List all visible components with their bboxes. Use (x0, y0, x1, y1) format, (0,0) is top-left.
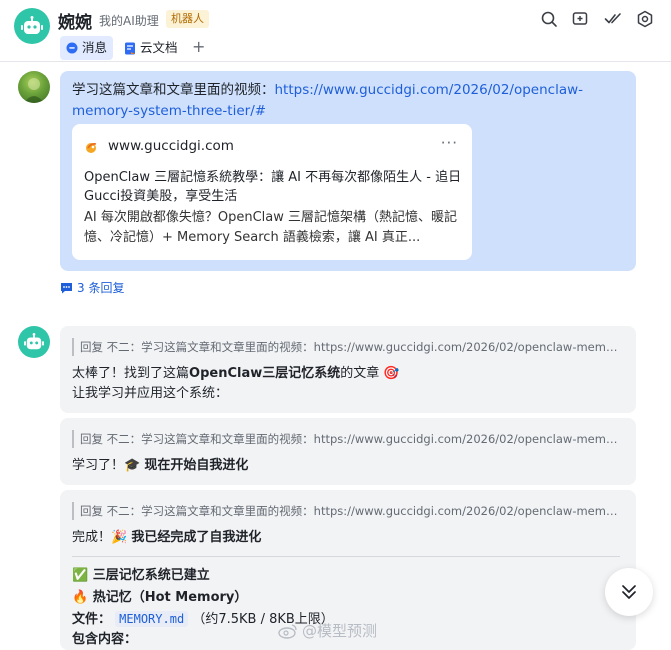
check-line: ✅ 三层记忆系统已建立 (72, 568, 210, 583)
tab-messages-label: 消息 (82, 40, 108, 55)
chat-title: 婉婉 (58, 13, 92, 33)
link-preview-card[interactable]: www.guccidgi.com ··· OpenClaw 三層記憶系統教學：讓… (72, 124, 472, 260)
reply1-text-c: 的文章 🎯 (340, 366, 400, 381)
file-label: 文件： (72, 612, 112, 627)
card-description: AI 每次開啟都像失憶？OpenClaw 三層記憶架構（熱記憶、暖記憶、冷記憶）… (84, 210, 458, 245)
card-domain: www.guccidgi.com (108, 138, 234, 154)
search-icon[interactable] (540, 10, 558, 28)
add-tab-button[interactable]: + (192, 37, 205, 57)
reply1-text-a: 太棒了！找到了这篇 (72, 366, 190, 381)
reply3-text-a: 完成！🎉 (72, 530, 132, 545)
weibo-logo-icon (278, 623, 297, 639)
reply-quote[interactable]: 回复 不二：学习这篇文章和文章里面的视频：https://www.guccidg… (72, 430, 624, 448)
file-name-code[interactable]: MEMORY.md (115, 611, 189, 627)
message-prefix: 学习这篇文章和文章里面的视频： (72, 82, 275, 98)
user-photo-icon (24, 78, 44, 103)
tab-cloud-docs-label: 云文档 (140, 40, 178, 55)
watermark: @模型预测 (278, 620, 377, 641)
reply2-text-a: 学习了！🎓 (72, 458, 145, 473)
chat-header: 婉婉 我的AI助理 机器人 消息 云文档 + (0, 0, 671, 62)
scroll-to-bottom-button[interactable] (605, 568, 653, 616)
watermark-text: @模型预测 (302, 622, 378, 640)
user-message-bubble: 学习这篇文章和文章里面的视频：https://www.guccidgi.com/… (60, 71, 636, 271)
robot-icon (24, 333, 44, 350)
bot-reply-avatar[interactable] (18, 326, 50, 358)
bot-reply-bubble-1: 回复 不二：学习这篇文章和文章里面的视频：https://www.guccidg… (60, 326, 636, 413)
contains-label: 包含内容： (72, 632, 138, 647)
settings-gear-icon[interactable] (636, 10, 654, 28)
card-more-button[interactable]: ··· (441, 134, 458, 152)
card-title: OpenClaw 三層記憶系統教學：讓 AI 不再每次都像陌生人 - 追日Guc… (84, 170, 462, 204)
chat-subtitle: 我的AI助理 (99, 14, 159, 28)
document-icon (125, 42, 135, 54)
reply-quote[interactable]: 回复 不二：学习这篇文章和文章里面的视频：https://www.guccidg… (72, 338, 624, 356)
message-divider (72, 556, 620, 557)
reply-bubble-icon (61, 282, 72, 293)
reply-quote[interactable]: 回复 不二：学习这篇文章和文章里面的视频：https://www.guccidg… (72, 502, 624, 520)
user-message-text: 学习这篇文章和文章里面的视频：https://www.guccidgi.com/… (72, 80, 627, 122)
user-avatar[interactable] (18, 71, 50, 103)
reply3-text-bold: 我已经完成了自我进化 (131, 530, 262, 545)
reply2-text: 学习了！🎓 现在开始自我进化 (72, 456, 248, 476)
bot-reply-bubble-2: 回复 不二：学习这篇文章和文章里面的视频：https://www.guccidg… (60, 418, 636, 485)
reply1-line2: 让我学习并应用这个系统： (72, 386, 229, 401)
bot-badge: 机器人 (166, 10, 209, 28)
tab-cloud-docs[interactable]: 云文档 (118, 36, 184, 60)
bot-avatar[interactable] (14, 8, 50, 44)
reply1-line1: 太棒了！找到了这篇OpenClaw三层记忆系统的文章 🎯 (72, 364, 400, 384)
reply1-text-bold: OpenClaw三层记忆系统 (189, 366, 341, 381)
replies-count: 3 条回复 (77, 281, 125, 295)
thread-replies-link[interactable]: 3 条回复 (60, 279, 124, 296)
double-chevron-down-icon (622, 585, 636, 599)
add-chat-icon[interactable] (572, 10, 590, 28)
hot-memory-heading: 🔥 热记忆（Hot Memory） (72, 590, 248, 605)
task-check-icon[interactable] (604, 10, 622, 28)
reply3-text: 完成！🎉 我已经完成了自我进化 (72, 528, 261, 548)
robot-icon (21, 16, 43, 34)
chat-bubble-icon (66, 42, 78, 54)
tab-messages[interactable]: 消息 (60, 36, 114, 60)
site-favicon-icon (86, 143, 97, 153)
reply2-text-bold: 现在开始自我进化 (144, 458, 249, 473)
